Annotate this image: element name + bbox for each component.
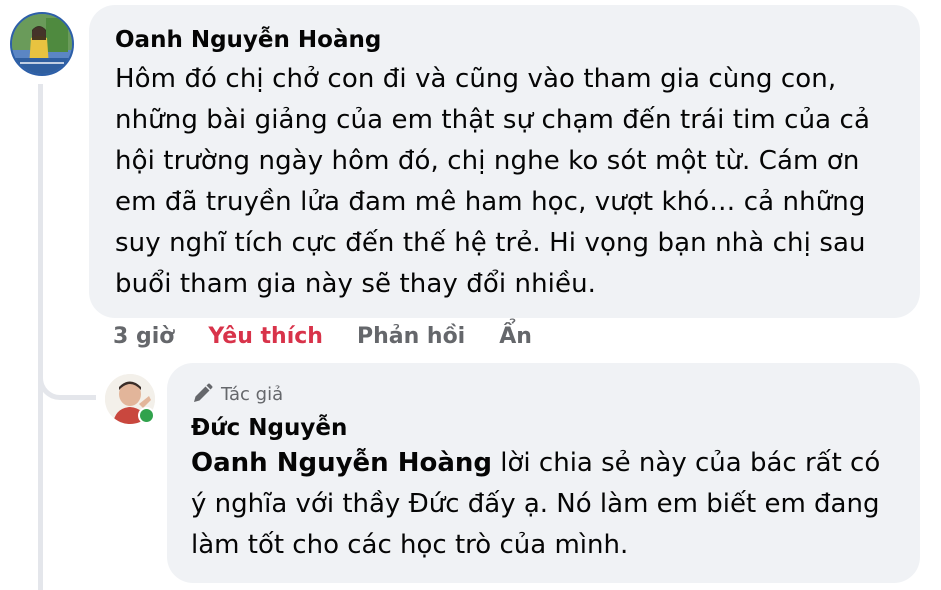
avatar[interactable] — [10, 12, 74, 76]
comment-text: Hôm đó chị chở con đi và cũng vào tham g… — [115, 64, 870, 299]
online-status-dot — [138, 407, 155, 424]
comment-actions: 3 giờ Yêu thích Phản hồi Ẩn — [113, 322, 532, 352]
reply-text: Oanh Nguyễn Hoàng lời chia sẻ này của bá… — [191, 443, 896, 566]
comment-author[interactable]: Oanh Nguyễn Hoàng — [115, 27, 894, 53]
author-badge-label: Tác giả — [221, 383, 284, 405]
author-badge: Tác giả — [191, 379, 896, 409]
mention-link[interactable]: Oanh Nguyễn Hoàng — [191, 448, 492, 478]
thread-reply-connector — [38, 340, 96, 400]
reply-bubble: Tác giả Đức Nguyễn Oanh Nguyễn Hoàng lời… — [167, 363, 920, 583]
comment-bubble: Oanh Nguyễn Hoàng Hôm đó chị chở con đi … — [89, 5, 920, 318]
pencil-icon — [194, 383, 213, 402]
thread-line — [38, 84, 43, 590]
avatar-image — [12, 14, 72, 74]
reply-button[interactable]: Phản hồi — [357, 322, 465, 352]
hide-button[interactable]: Ẩn — [499, 322, 532, 352]
like-button[interactable]: Yêu thích — [208, 322, 323, 352]
reply-author[interactable]: Đức Nguyễn — [191, 415, 896, 441]
comment-timestamp[interactable]: 3 giờ — [113, 322, 174, 352]
